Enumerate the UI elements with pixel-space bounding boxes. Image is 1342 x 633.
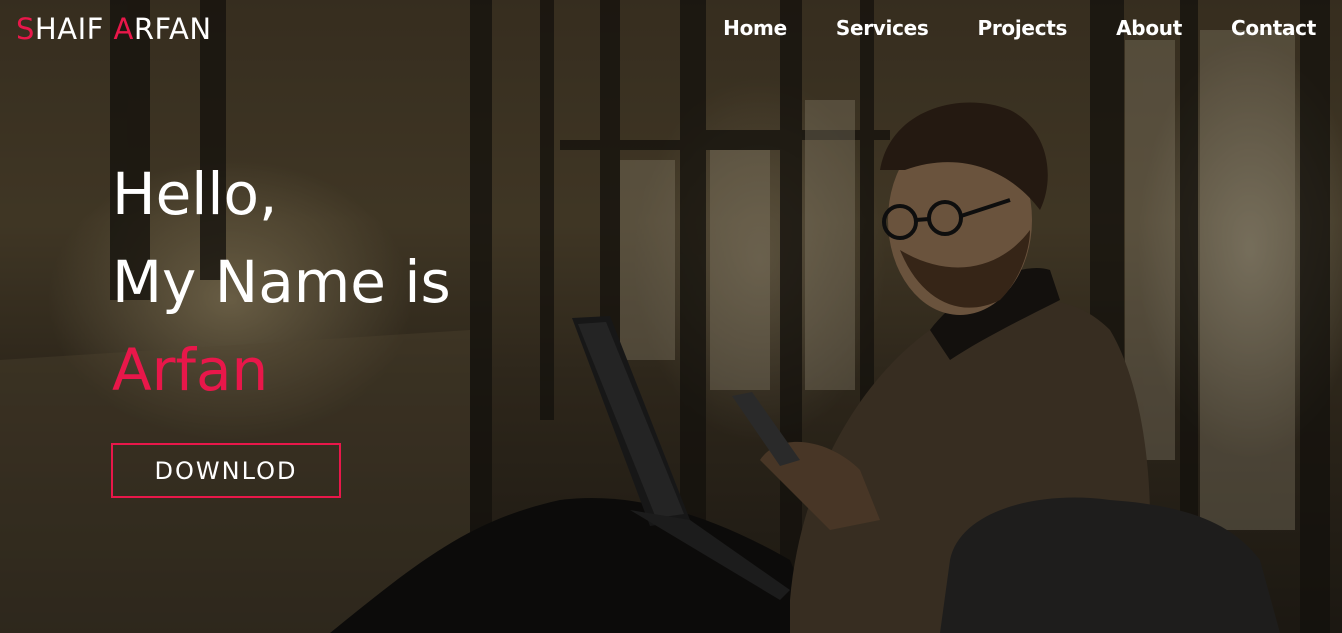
logo-initial-s: S [16,12,35,46]
hero-greeting: Hello, [112,160,278,228]
brand-logo[interactable]: SHAIF ARFAN [16,12,212,46]
nav-home-link[interactable]: Home [723,16,787,40]
logo-last-name: RFAN [133,12,212,46]
download-button[interactable]: DOWNLOD [111,443,341,498]
logo-first-name: HAIF [34,12,114,46]
hero-headline: Hello, My Name is Arfan [112,150,451,414]
hero-section: SHAIF ARFAN Home Services Projects About… [0,0,1342,633]
nav-projects-link[interactable]: Projects [978,16,1068,40]
top-navbar: SHAIF ARFAN Home Services Projects About… [0,0,1342,56]
nav-menu: Home Services Projects About Contact [674,16,1316,40]
hero-intro: My Name is [112,248,451,316]
nav-about-link[interactable]: About [1116,16,1182,40]
logo-initial-a: A [113,12,134,46]
hero-name: Arfan [112,336,269,404]
nav-contact-link[interactable]: Contact [1231,16,1316,40]
nav-services-link[interactable]: Services [836,16,929,40]
